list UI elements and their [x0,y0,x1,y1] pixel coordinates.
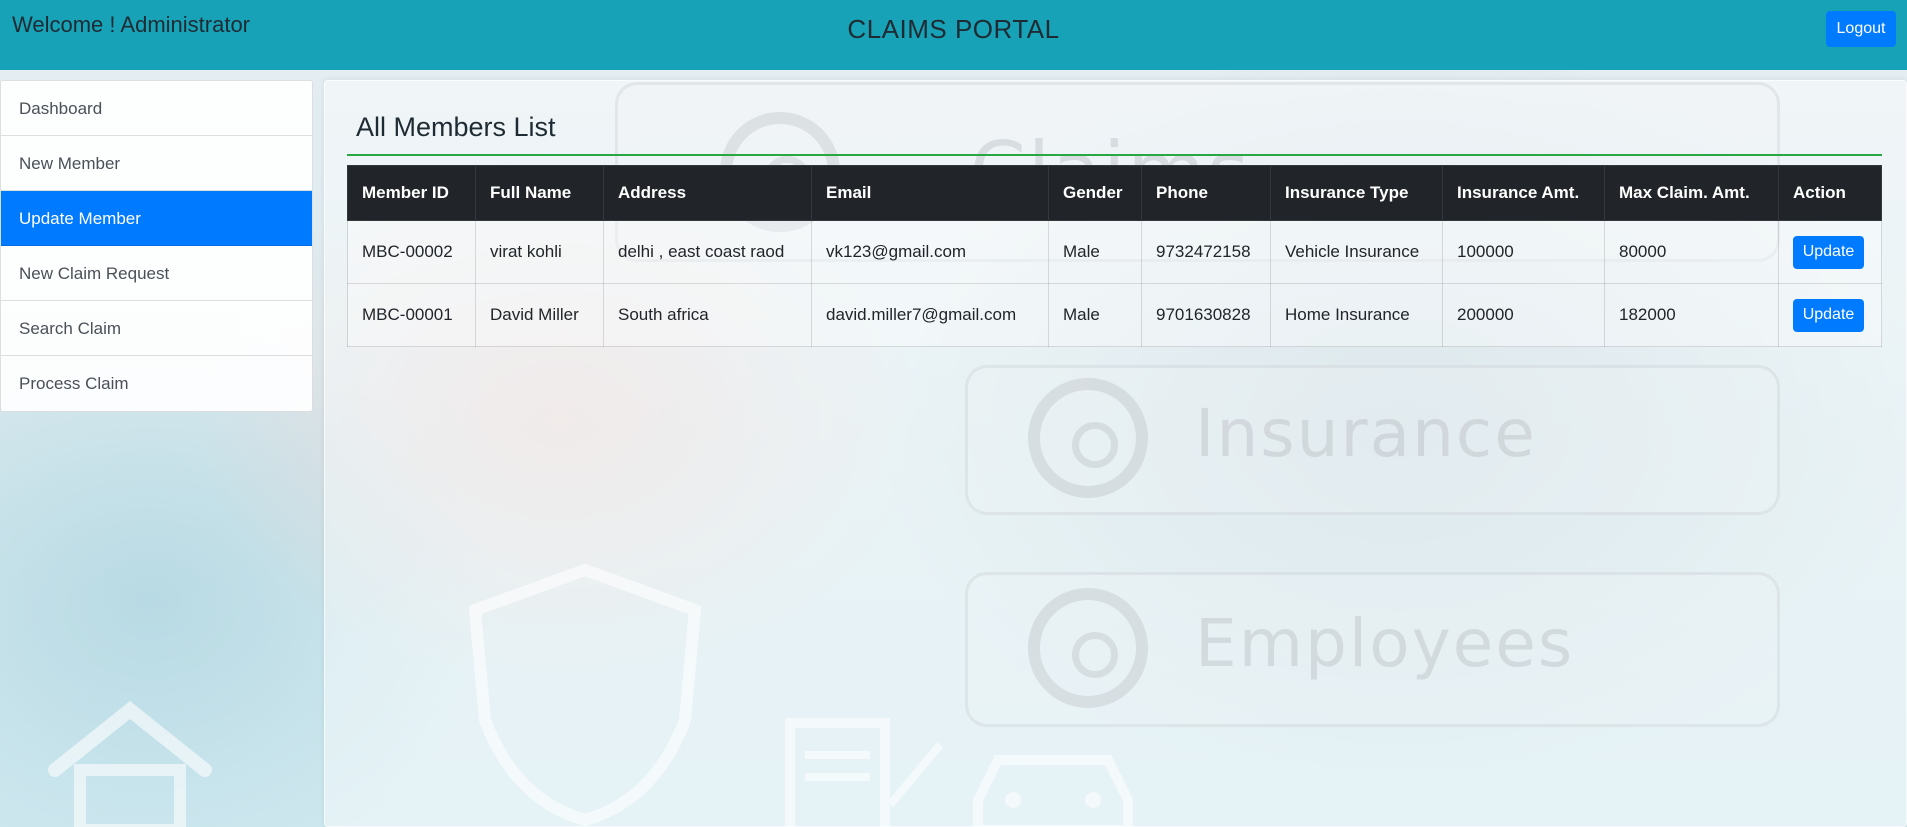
column-header: Insurance Amt. [1442,165,1605,221]
column-header: Action [1778,165,1882,221]
logout-button[interactable]: Logout [1826,11,1896,47]
cell-phone: 9701630828 [1141,283,1271,347]
cell-max-claim-amt: 80000 [1604,220,1779,284]
cell-member-id: MBC-00002 [347,220,476,284]
table-row: MBC-00001 David Miller South africa davi… [347,283,1882,347]
update-button[interactable]: Update [1793,298,1864,332]
cell-member-id: MBC-00001 [347,283,476,347]
cell-action: Update [1778,220,1882,284]
cell-insurance-amt: 200000 [1442,283,1605,347]
column-header: Member ID [347,165,476,221]
cell-email: david.miller7@gmail.com [811,283,1049,347]
members-table: Member ID Full Name Address Email Gender… [347,165,1882,347]
portal-title: CLAIMS PORTAL [847,14,1060,44]
cell-address: delhi , east coast raod [603,220,812,284]
cell-insurance-type: Home Insurance [1270,283,1443,347]
sidebar-item-search-claim[interactable]: Search Claim [1,301,312,356]
page-title: All Members List [356,112,556,142]
sidebar-item-update-member[interactable]: Update Member [1,191,312,246]
cell-gender: Male [1048,283,1142,347]
cell-gender: Male [1048,220,1142,284]
house-icon [48,701,212,827]
column-header: Address [603,165,812,221]
column-header: Insurance Type [1270,165,1443,221]
sidebar-item-new-member[interactable]: New Member [1,136,312,191]
column-header: Gender [1048,165,1142,221]
cell-full-name: virat kohli [475,220,604,284]
sidebar-nav: Dashboard New Member Update Member New C… [0,80,313,412]
sidebar-item-new-claim-request[interactable]: New Claim Request [1,246,312,301]
column-header: Full Name [475,165,604,221]
cell-address: South africa [603,283,812,347]
column-header: Email [811,165,1049,221]
column-header: Max Claim. Amt. [1604,165,1779,221]
cell-email: vk123@gmail.com [811,220,1049,284]
top-header: Welcome ! Administrator CLAIMS PORTAL Lo… [0,0,1907,70]
cell-insurance-amt: 100000 [1442,220,1605,284]
update-button[interactable]: Update [1793,235,1864,269]
title-divider [347,154,1882,156]
sidebar-item-dashboard[interactable]: Dashboard [1,81,312,136]
cell-action: Update [1778,283,1882,347]
table-header-row: Member ID Full Name Address Email Gender… [347,165,1882,221]
column-header: Phone [1141,165,1271,221]
cell-insurance-type: Vehicle Insurance [1270,220,1443,284]
cell-full-name: David Miller [475,283,604,347]
sidebar-item-process-claim[interactable]: Process Claim [1,356,312,411]
cell-max-claim-amt: 182000 [1604,283,1779,347]
cell-phone: 9732472158 [1141,220,1271,284]
table-row: MBC-00002 virat kohli delhi , east coast… [347,220,1882,284]
